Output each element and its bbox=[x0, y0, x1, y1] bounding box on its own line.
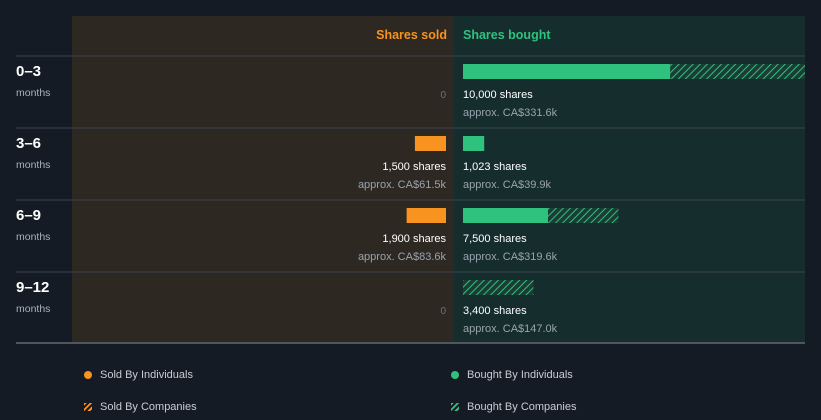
legend-bought-companies: Bought By Companies bbox=[451, 401, 576, 413]
bought-shares-label: 1,023 shares bbox=[463, 161, 527, 173]
legend-sold-companies: Sold By Companies bbox=[84, 401, 197, 413]
bought-value-label: approx. CA$39.9k bbox=[463, 179, 552, 191]
green-hatch-icon bbox=[451, 403, 459, 411]
period-unit-label: months bbox=[16, 231, 50, 243]
bought-value-label: approx. CA$331.6k bbox=[463, 107, 558, 119]
sold-individuals-bar bbox=[414, 136, 446, 151]
period-unit-label: months bbox=[16, 159, 50, 171]
legend-sold-individuals: Sold By Individuals bbox=[84, 369, 193, 381]
bought-column-header: Shares bought bbox=[463, 28, 551, 42]
sold-shares-label: 1,900 shares bbox=[382, 233, 446, 245]
period-unit-label: months bbox=[16, 87, 50, 99]
legend-bought-individuals: Bought By Individuals bbox=[451, 369, 573, 381]
legend-label: Bought By Companies bbox=[467, 401, 577, 413]
period-label: 3–6 bbox=[16, 135, 41, 152]
sold-shares-label: 1,500 shares bbox=[382, 161, 446, 173]
period-label: 6–9 bbox=[16, 207, 41, 224]
sold-zero-label: 0 bbox=[440, 90, 446, 101]
bought-shares-label: 10,000 shares bbox=[463, 89, 533, 101]
legend: Sold By Individuals Bought By Individual… bbox=[0, 360, 821, 420]
period-label: 9–12 bbox=[16, 279, 49, 296]
sold-column-header: Shares sold bbox=[376, 28, 447, 42]
legend-label: Sold By Individuals bbox=[100, 369, 193, 381]
green-dot-icon bbox=[451, 371, 459, 379]
period-label: 0–3 bbox=[16, 63, 41, 80]
bought-value-label: approx. CA$147.0k bbox=[463, 323, 558, 335]
legend-label: Bought By Individuals bbox=[467, 369, 573, 381]
period-unit-label: months bbox=[16, 303, 50, 315]
bought-companies-bar bbox=[463, 280, 534, 295]
orange-hatch-icon bbox=[84, 403, 92, 411]
bought-value-label: approx. CA$319.6k bbox=[463, 251, 558, 263]
sold-value-label: approx. CA$61.5k bbox=[358, 179, 447, 191]
legend-label: Sold By Companies bbox=[100, 401, 197, 413]
bought-individuals-bar bbox=[463, 208, 548, 223]
bought-shares-label: 3,400 shares bbox=[463, 305, 527, 317]
insider-trading-chart: Shares sold Shares bought 0–3 months 10,00… bbox=[16, 16, 805, 344]
bought-companies-bar bbox=[547, 208, 619, 223]
bought-individuals-bar bbox=[463, 136, 485, 151]
sold-value-label: approx. CA$83.6k bbox=[358, 251, 447, 263]
sold-zero-label: 0 bbox=[440, 306, 446, 317]
bought-companies-bar bbox=[670, 64, 805, 79]
sold-individuals-bar bbox=[406, 208, 446, 223]
bought-individuals-bar bbox=[463, 64, 671, 79]
orange-dot-icon bbox=[84, 371, 92, 379]
bought-shares-label: 7,500 shares bbox=[463, 233, 527, 245]
